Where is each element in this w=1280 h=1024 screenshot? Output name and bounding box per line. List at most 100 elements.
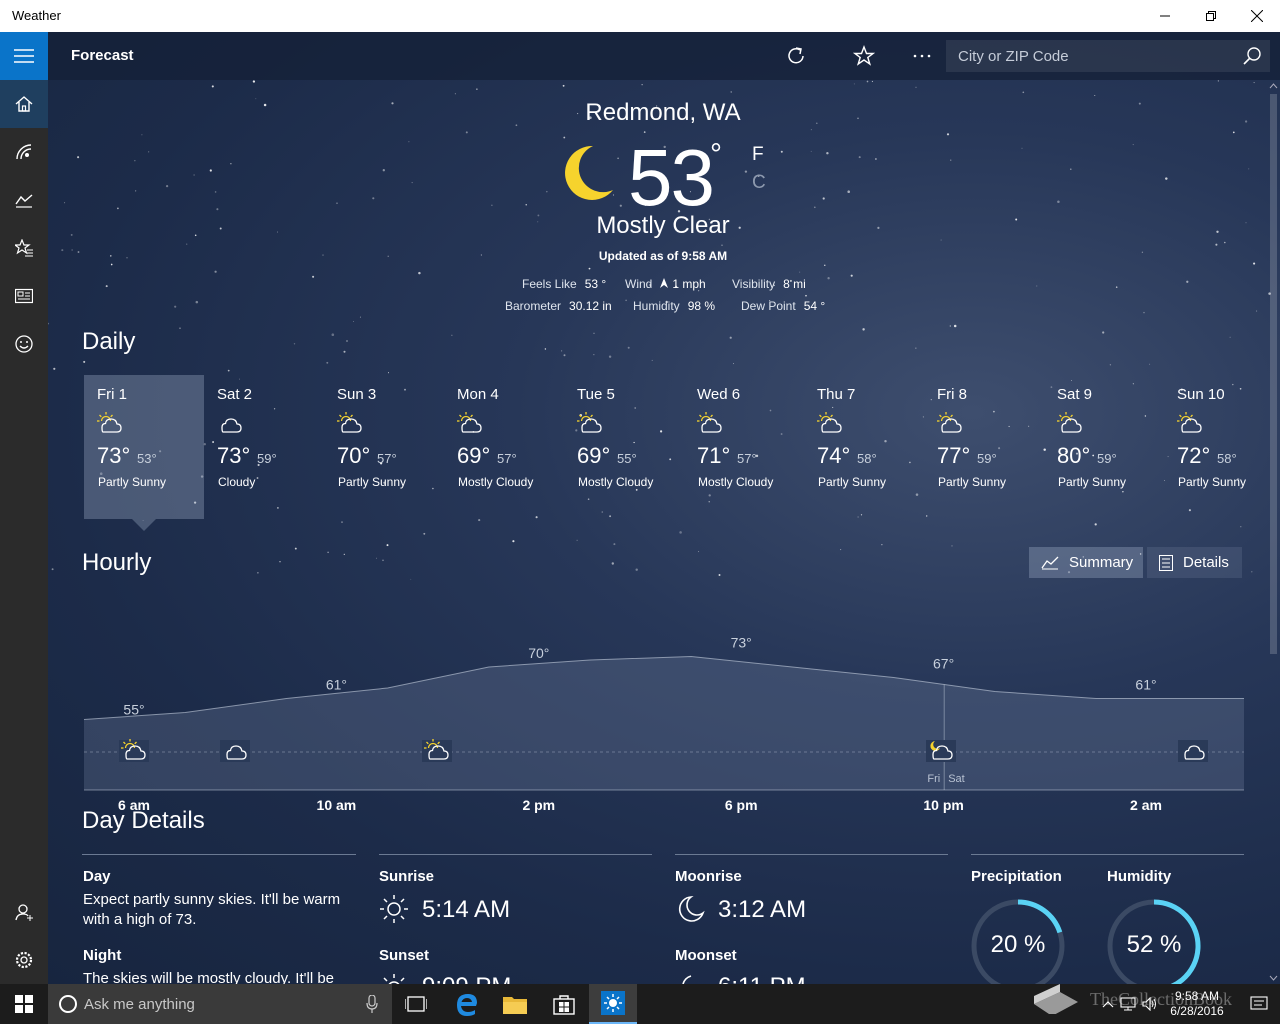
search-input[interactable] <box>946 40 1236 72</box>
scrollbar-thumb[interactable] <box>1270 94 1277 654</box>
sunrise-icon <box>380 895 408 923</box>
favorite-button[interactable] <box>848 40 880 72</box>
nav-maps[interactable] <box>0 128 48 176</box>
day-condition: Mostly Cloudy <box>458 475 534 489</box>
nav-places[interactable] <box>0 224 48 272</box>
more-icon <box>913 54 931 58</box>
refresh-button[interactable] <box>780 40 812 72</box>
restore-button[interactable] <box>1188 0 1234 32</box>
refresh-icon <box>788 47 804 64</box>
hourly-x-label: 10 am <box>317 797 357 813</box>
title-bar: Weather <box>0 0 1280 32</box>
day-name: Sun 10 <box>1177 386 1225 403</box>
taskbar-store[interactable] <box>540 984 588 1024</box>
clock-date: 6/28/2016 <box>1170 1004 1224 1018</box>
metric-label: Wind <box>625 277 653 291</box>
day-name: Sat 2 <box>217 386 253 403</box>
daily-forecast-tile[interactable]: Mon 4 69° 57° Mostly Cloudy <box>444 375 564 519</box>
cortana-input[interactable] <box>84 984 354 1024</box>
day-low-temp: 59° <box>1097 451 1117 466</box>
moonrise-time: 3:12 AM <box>718 896 807 923</box>
gauge-fill <box>1017 899 1063 934</box>
day-condition: Partly Sunny <box>338 475 407 489</box>
precipitation-value: 20 % <box>990 931 1046 958</box>
daily-forecast-tile[interactable]: Sat 9 80° 59° Partly Sunny <box>1044 375 1164 519</box>
day-condition: Partly Sunny <box>98 475 167 489</box>
action-center-icon[interactable] <box>1250 996 1268 1012</box>
taskbar-weather[interactable] <box>589 984 637 1024</box>
cortana-circle-icon <box>59 995 77 1013</box>
start-button[interactable] <box>0 984 48 1024</box>
network-icon[interactable] <box>1120 997 1136 1011</box>
day-condition: Partly Sunny <box>938 475 1007 489</box>
daily-forecast-tile[interactable]: Wed 6 71° 57° Mostly Cloudy <box>684 375 804 519</box>
partly-sunny-icon <box>817 412 842 433</box>
microphone-icon[interactable] <box>366 995 378 1013</box>
unit-fahrenheit-button[interactable]: F <box>752 144 764 166</box>
moonrise-heading: Moonrise <box>675 868 742 885</box>
vertical-scrollbar[interactable] <box>1267 80 1280 984</box>
day-name: Fri 8 <box>937 386 967 403</box>
night-summary: The skies will be mostly cloudy. It'll b… <box>83 970 335 984</box>
nav-feedback[interactable] <box>0 320 48 368</box>
moonset-heading: Moonset <box>675 947 737 964</box>
hourly-temp-label: 61° <box>1135 677 1156 693</box>
day-high-temp: 77° <box>937 443 971 468</box>
day-high-temp: 72° <box>1177 443 1211 468</box>
task-view-button[interactable] <box>392 984 440 1024</box>
day-details-title: Day Details <box>82 807 205 834</box>
hourly-section-title: Hourly <box>82 549 152 576</box>
taskbar-edge[interactable] <box>443 984 491 1024</box>
details-toggle-button[interactable]: Details <box>1147 547 1242 578</box>
store-bag-icon <box>553 995 575 1015</box>
partly-sunny-icon <box>422 739 452 762</box>
taskbar-clock[interactable]: 9:58 AM 6/28/2016 <box>1162 989 1232 1019</box>
hourly-x-label: 2 am <box>1130 797 1162 813</box>
search-button[interactable] <box>1238 42 1266 70</box>
daily-forecast-tile[interactable]: Sat 2 73° 59° Cloudy <box>204 375 324 519</box>
day-condition: Mostly Cloudy <box>698 475 774 489</box>
metric-value: 54 ° <box>803 299 826 313</box>
summary-toggle-button[interactable]: Summary <box>1029 547 1143 578</box>
day-low-temp: 58° <box>1217 451 1237 466</box>
daily-forecast-tile[interactable]: Fri 8 77° 59° Partly Sunny <box>924 375 1044 519</box>
command-bar: Forecast <box>48 32 1280 80</box>
nav-historical[interactable] <box>0 176 48 224</box>
current-condition: Mostly Clear <box>596 212 730 239</box>
nav-forecast[interactable] <box>0 80 48 128</box>
daily-forecast-tile[interactable]: Thu 7 74° 58° Partly Sunny <box>804 375 924 519</box>
hourly-x-label: 6 pm <box>725 797 758 813</box>
account-icon <box>15 904 33 921</box>
daily-forecast-tile[interactable]: Sun 10 72° 58° Partly Sunny <box>1164 375 1280 519</box>
moonset-icon <box>682 975 692 984</box>
show-hidden-icons-chevron-icon[interactable] <box>1102 999 1114 1009</box>
day-divider-right-label: Sat <box>948 773 965 785</box>
daily-forecast-tile[interactable]: Tue 5 69° 55° Mostly Cloudy <box>564 375 684 519</box>
window-title: Weather <box>12 8 61 23</box>
close-button[interactable] <box>1234 0 1280 32</box>
minimize-button[interactable] <box>1142 0 1188 32</box>
hourly-temp-label: 70° <box>528 645 549 661</box>
more-options-button[interactable] <box>906 40 938 72</box>
hourly-x-label: 10 pm <box>923 797 963 813</box>
partly-cloudy-night-icon <box>926 740 956 762</box>
volume-icon[interactable] <box>1142 997 1158 1011</box>
hamburger-menu-button[interactable] <box>0 32 48 80</box>
day-low-temp: 59° <box>257 451 277 466</box>
unit-celsius-button[interactable]: C <box>752 172 766 194</box>
partly-sunny-icon <box>1177 412 1202 433</box>
day-high-temp: 71° <box>697 443 731 468</box>
metric-value: 1 mph <box>672 277 706 291</box>
temperature-area <box>84 656 1244 790</box>
nav-news[interactable] <box>0 272 48 320</box>
day-high-temp: 74° <box>817 443 851 468</box>
day-condition: Mostly Cloudy <box>578 475 654 489</box>
day-low-temp: 58° <box>857 451 877 466</box>
daily-forecast-tile[interactable]: Sun 3 70° 57° Partly Sunny <box>324 375 444 519</box>
restore-icon <box>1206 11 1216 21</box>
nav-settings[interactable] <box>0 936 48 984</box>
nav-account[interactable] <box>0 888 48 936</box>
metric-humidity: Humidity 98 % <box>633 299 715 313</box>
taskbar-file-explorer[interactable] <box>491 984 539 1024</box>
daily-forecast-tile[interactable]: Fri 1 73° 53° Partly Sunny <box>84 375 204 519</box>
